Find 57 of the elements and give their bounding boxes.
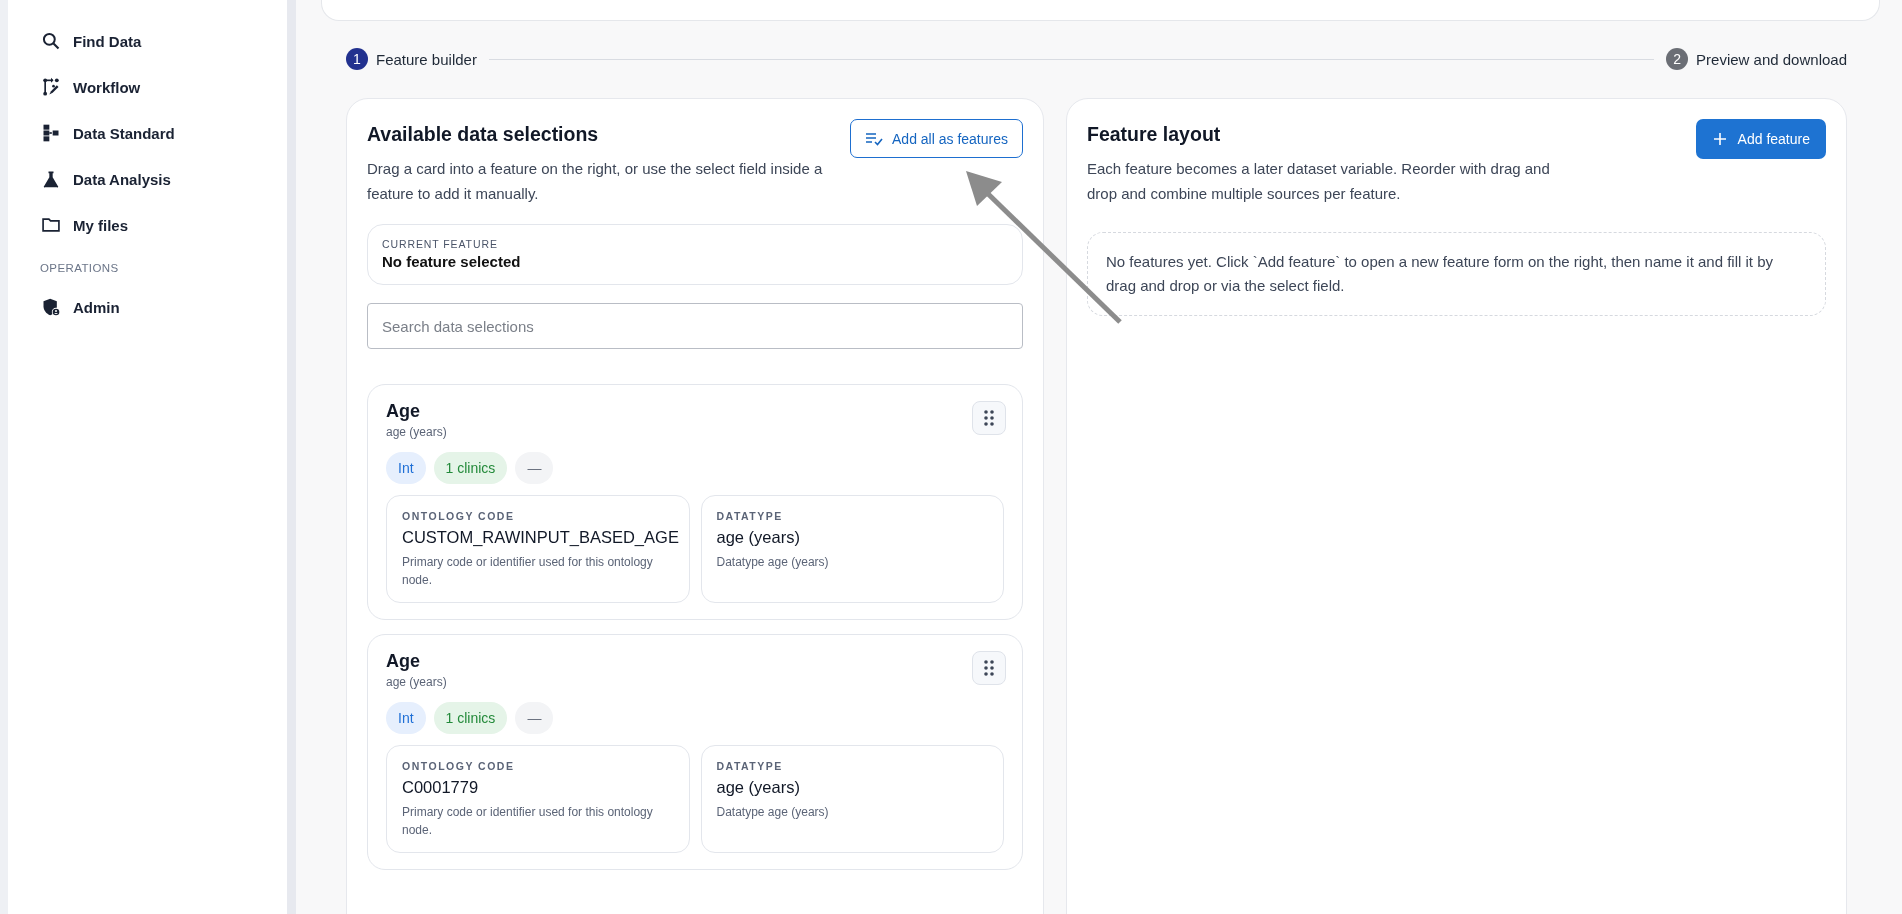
grip-dots-icon xyxy=(984,410,994,426)
sidebar-item[interactable]: Find Data xyxy=(8,18,287,64)
card-title: Age xyxy=(386,651,420,672)
step-number: 1 xyxy=(346,48,368,70)
search-field[interactable]: Search data selections xyxy=(367,303,1023,349)
sidebar-item[interactable]: My files xyxy=(8,202,287,248)
drag-handle[interactable] xyxy=(972,401,1006,435)
drag-handle[interactable] xyxy=(972,651,1006,685)
stepper-step[interactable]: 1 Feature builder xyxy=(346,48,477,70)
field-value: age (years) xyxy=(716,528,800,547)
search-icon xyxy=(41,31,61,51)
panel-title: Available data selections xyxy=(367,123,599,146)
empty-state-message: No features yet. Click `Add feature` to open a new feature form on the right, then name it and fill it by drag and drop or via the select field. xyxy=(1087,232,1826,316)
field-value: CUSTOM_RAWINPUT_BASED_AGE xyxy=(402,528,679,547)
tag-chip: — xyxy=(515,702,554,734)
tag-chip: — xyxy=(515,452,554,484)
folder-icon xyxy=(41,215,61,235)
card-subtitle: age (years) xyxy=(386,425,447,439)
plus-icon xyxy=(1713,133,1726,145)
card-subtitle: age (years) xyxy=(386,675,447,689)
tag-chip: Int xyxy=(386,452,426,484)
hierarchy-icon xyxy=(41,123,61,143)
field-value: age (years) xyxy=(716,778,800,797)
field-value: C0001779 xyxy=(402,778,479,797)
sidebar-item[interactable]: Data Standard xyxy=(8,110,287,156)
flask-icon xyxy=(41,169,61,189)
field-label: DATATYPE xyxy=(716,510,783,522)
add-all-button[interactable]: Add all as features xyxy=(850,119,1023,158)
shield-user-icon xyxy=(41,297,61,317)
sidebar-item[interactable]: Admin xyxy=(8,284,287,330)
current-feature-label: CURRENT FEATURE xyxy=(382,238,498,250)
step-number: 2 xyxy=(1666,48,1689,70)
step-label: Feature builder xyxy=(376,50,477,68)
grip-dots-icon xyxy=(984,660,994,676)
field-label: ONTOLOGY CODE xyxy=(402,510,515,522)
field-label: ONTOLOGY CODE xyxy=(402,760,515,772)
current-feature-value: No feature selected xyxy=(382,253,521,270)
panel-description: Drag a card into a feature on the right, or use the select field inside a feature to add it manually. xyxy=(367,159,824,204)
field-hint: Datatype age (years) xyxy=(716,554,830,571)
section-heading: OPERATIONS xyxy=(39,261,120,276)
field-hint: Datatype age (years) xyxy=(716,804,830,821)
panel-description: Each feature becomes a later dataset variable. Reorder with drag and drop and combine multiple sources per feature. xyxy=(1087,159,1551,204)
tag-chip: 1 clinics xyxy=(433,702,508,734)
card-title: Age xyxy=(386,401,420,422)
stepper-step[interactable]: 2 Preview and download xyxy=(1666,48,1847,70)
field-hint: Primary code or identifier used for this ontology node. xyxy=(402,804,654,839)
tag-chip: 1 clinics xyxy=(433,452,508,484)
field-label: DATATYPE xyxy=(716,760,783,772)
sidebar-item[interactable]: Workflow xyxy=(8,64,287,110)
sidebar-item[interactable]: Data Analysis xyxy=(8,156,287,202)
field-hint: Primary code or identifier used for this ontology node. xyxy=(402,554,654,589)
add-feature-button[interactable]: Add feature xyxy=(1695,119,1826,159)
tag-chip: Int xyxy=(386,702,426,734)
panel-title: Feature layout xyxy=(1087,123,1221,146)
workflow-icon xyxy=(41,77,61,97)
step-label: Preview and download xyxy=(1696,50,1847,68)
list-check-icon xyxy=(865,131,884,146)
